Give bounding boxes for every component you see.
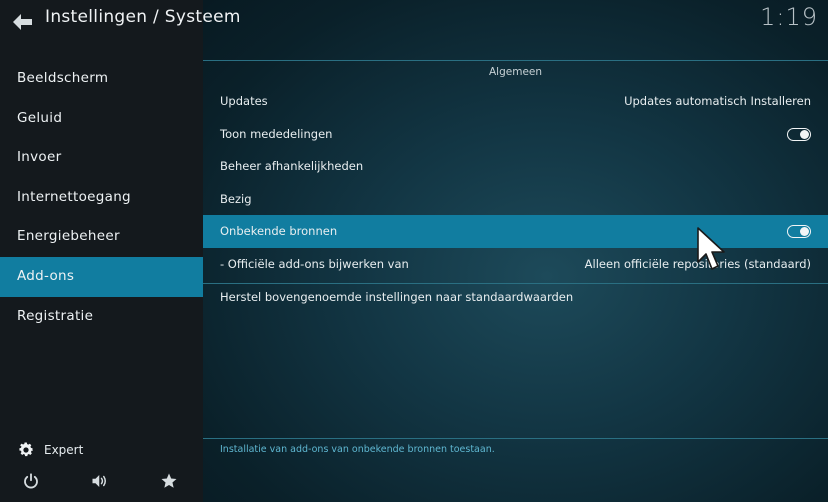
sidebar-item-add-ons[interactable]: Add-ons [0,256,203,297]
divider [203,60,828,61]
sidebar-item-internettoegang[interactable]: Internettoegang [0,178,203,218]
sidebar-item-geluid[interactable]: Geluid [0,99,203,139]
star-icon[interactable] [160,472,178,494]
setting-beheer-afhankelijkheden[interactable]: Beheer afhankelijkheden [203,150,828,183]
back-arrow-icon[interactable] [10,11,34,33]
setting-updates[interactable]: Updates Updates automatisch Installeren [203,85,828,118]
sidebar-item-energiebeheer[interactable]: Energiebeheer [0,217,203,257]
reset-settings-label: Herstel bovengenoemde instellingen naar … [220,290,574,304]
setting-label: Updates [220,94,268,108]
gear-icon [19,442,34,457]
settings-list: Updates Updates automatisch Installeren … [203,85,828,281]
setting-label: Onbekende bronnen [220,224,338,239]
sidebar-item-registratie[interactable]: Registratie [0,297,203,337]
header: Instellingen / Systeem 1:19 [0,0,828,37]
settings-level-button[interactable]: Expert [17,440,83,460]
power-icon[interactable] [22,472,40,494]
divider [203,438,828,439]
sidebar-footer: Expert [0,432,203,502]
sidebar-item-invoer[interactable]: Invoer [0,138,203,178]
setting-onbekende-bronnen[interactable]: Onbekende bronnen [203,215,828,248]
setting-label: Bezig [220,191,252,206]
setting-label: - Officiële add-ons bijwerken van [220,256,409,271]
sidebar-item-beeldscherm[interactable]: Beeldscherm [0,59,203,99]
setting-value: Updates automatisch Installeren [624,94,811,108]
toggle-on-icon[interactable] [787,127,811,141]
toggle-on-icon[interactable] [787,225,811,239]
setting-label: Beheer afhankelijkheden [220,159,364,174]
reset-settings-row[interactable]: Herstel bovengenoemde instellingen naar … [203,281,828,314]
settings-level-label: Expert [44,443,84,457]
setting-toon-mededelingen[interactable]: Toon mededelingen [203,118,828,151]
clock: 1:19 [760,3,818,31]
setting-description: Installatie van add-ons van onbekende br… [220,444,495,455]
sidebar-menu: Beeldscherm Geluid Invoer Internettoegan… [0,59,203,336]
page-title: Instellingen / Systeem [45,7,241,27]
section-title: Algemeen [488,66,543,78]
setting-bezig[interactable]: Bezig [203,183,828,216]
mouse-cursor-icon [696,226,728,276]
volume-icon[interactable] [90,472,110,494]
setting-officiele-addons-bijwerken[interactable]: - Officiële add-ons bijwerken van Alleen… [203,248,828,281]
setting-label: Toon mededelingen [220,126,333,141]
